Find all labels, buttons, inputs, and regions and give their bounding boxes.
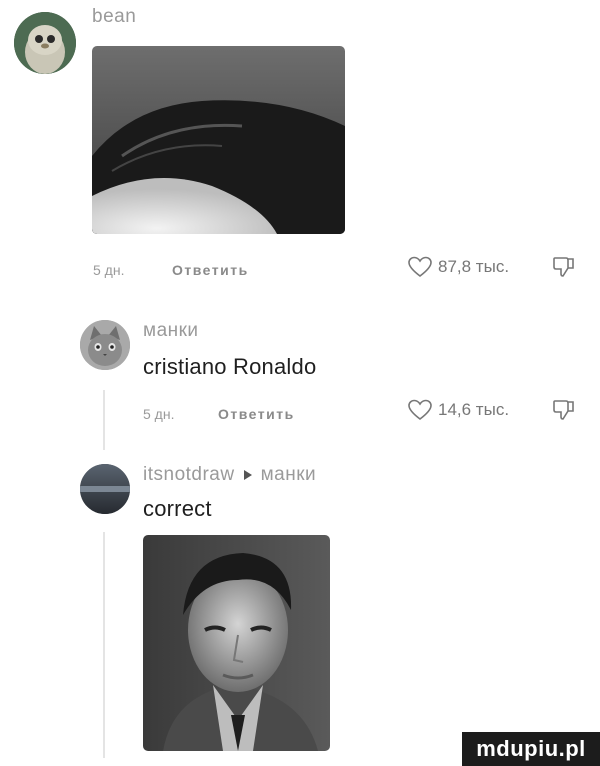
thumbs-down-icon [553, 400, 574, 420]
reply-to-username[interactable]: манки [261, 464, 317, 486]
avatar-bean[interactable] [14, 12, 76, 74]
comment-text: cristiano Ronaldo [143, 354, 317, 379]
like-button[interactable]: 14,6 тыс. [408, 399, 509, 421]
thread-line [103, 532, 105, 758]
dislike-button[interactable] [552, 398, 576, 427]
avatar-manki[interactable] [80, 320, 130, 370]
watermark: mdupiu.pl [462, 732, 600, 766]
heart-outline-icon [408, 256, 432, 278]
reply-button[interactable]: Ответить [172, 262, 249, 278]
reply-button[interactable]: Ответить [218, 406, 295, 422]
username-bean[interactable]: bean [92, 6, 136, 28]
comment-text: correct [143, 496, 212, 521]
comment-age: 5 дн. [93, 262, 125, 278]
username-itsnotdraw[interactable]: itsnotdraw манки [143, 464, 316, 486]
comment-image-itsnotdraw[interactable] [143, 535, 330, 751]
hair-photo [92, 46, 345, 234]
portrait-photo [143, 535, 330, 751]
thread-line [103, 390, 105, 450]
username-text: itsnotdraw [143, 464, 235, 485]
like-count: 14,6 тыс. [438, 400, 510, 419]
dislike-button[interactable] [552, 255, 576, 284]
username-manki[interactable]: манки [143, 320, 199, 342]
comment-age: 5 дн. [143, 406, 175, 422]
dark-avatar-icon [80, 464, 130, 514]
like-button[interactable]: 87,8 тыс. [408, 256, 509, 278]
triangle-right-icon [243, 470, 252, 480]
kiwi-plush-icon [14, 12, 76, 74]
thumbs-down-icon [553, 257, 574, 277]
heart-outline-icon [408, 399, 432, 421]
comment-image-bean[interactable] [92, 46, 345, 234]
cat-avatar-icon [80, 320, 130, 370]
avatar-itsnotdraw[interactable] [80, 464, 130, 514]
like-count: 87,8 тыс. [438, 257, 510, 276]
